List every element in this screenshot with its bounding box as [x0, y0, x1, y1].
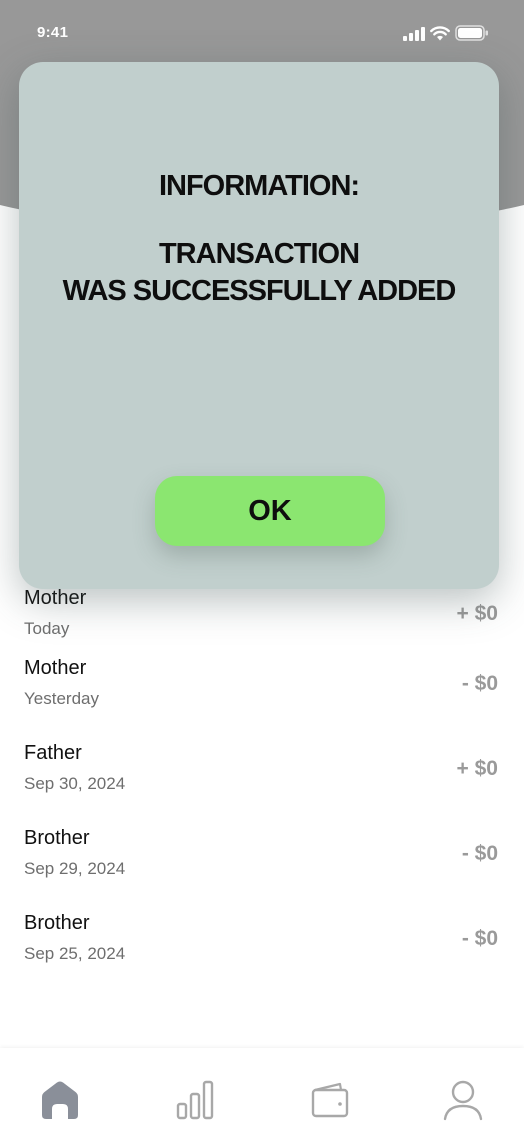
- modal-message: TRANSACTION WAS SUCCESSFULLY ADDED: [62, 238, 457, 307]
- battery-icon: [455, 25, 488, 41]
- transaction-row[interactable]: Brother Sep 29, 2024 - $0: [0, 827, 524, 912]
- bottom-tab-bar: [0, 1048, 524, 1147]
- transaction-amount: + $0: [456, 602, 498, 625]
- status-time: 9:41: [37, 24, 69, 41]
- wallet-icon: [311, 1082, 349, 1118]
- transaction-row[interactable]: Mother Yesterday - $0: [0, 657, 524, 742]
- transaction-date: Yesterday: [24, 689, 99, 708]
- info-modal: INFORMATION: TRANSACTION WAS SUCCESSFULL…: [19, 62, 499, 589]
- chart-icon: [176, 1080, 214, 1120]
- transaction-row[interactable]: Brother Sep 25, 2024 - $0: [0, 912, 524, 997]
- tab-home[interactable]: [38, 1078, 82, 1122]
- home-icon: [42, 1081, 78, 1119]
- transaction-amount: - $0: [461, 927, 498, 950]
- tab-profile[interactable]: [441, 1078, 485, 1122]
- cellular-signal-icon: [403, 27, 425, 41]
- transaction-name: Mother: [24, 587, 87, 609]
- ok-button[interactable]: OK: [155, 476, 385, 546]
- transaction-date: Sep 30, 2024: [24, 774, 126, 793]
- transaction-date: Sep 29, 2024: [24, 859, 126, 878]
- transaction-amount: - $0: [461, 672, 498, 695]
- profile-icon: [443, 1080, 483, 1121]
- transaction-amount: + $0: [456, 757, 498, 780]
- modal-heading: INFORMATION:: [158, 170, 360, 202]
- transaction-name: Father: [24, 742, 82, 764]
- wifi-icon: [430, 26, 450, 41]
- screen: 9:41 Mother Today + $0 Mother Yesterday …: [0, 0, 524, 1147]
- transaction-name: Mother: [24, 657, 87, 679]
- tab-wallet[interactable]: [308, 1078, 352, 1122]
- transaction-name: Brother: [24, 912, 90, 934]
- transaction-date: Sep 25, 2024: [24, 944, 126, 963]
- status-bar: 9:41: [0, 0, 524, 62]
- transaction-name: Brother: [24, 827, 90, 849]
- transaction-row[interactable]: Father Sep 30, 2024 + $0: [0, 742, 524, 827]
- status-icons: [403, 25, 491, 43]
- transaction-date: Today: [24, 619, 70, 638]
- transaction-amount: - $0: [461, 842, 498, 865]
- tab-statistics[interactable]: [173, 1078, 217, 1122]
